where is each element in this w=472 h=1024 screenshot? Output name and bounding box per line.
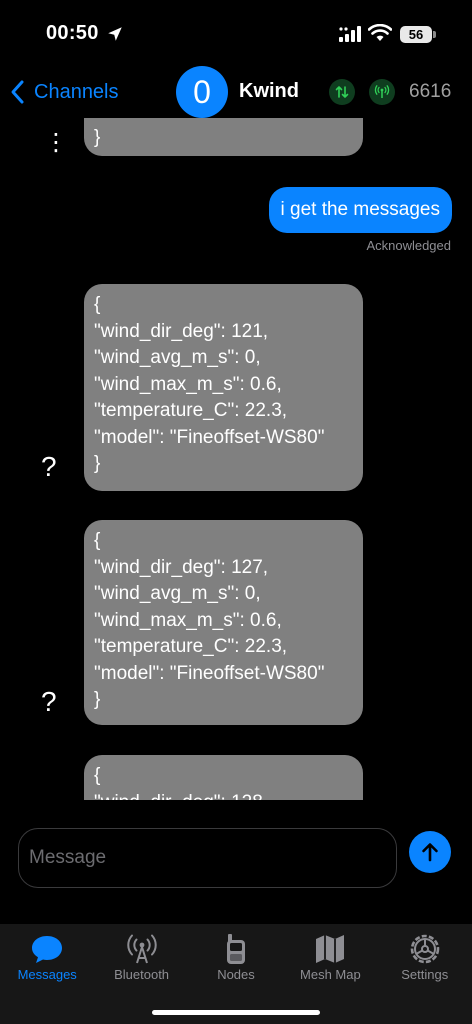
home-indicator[interactable] <box>152 1010 320 1015</box>
back-label: Channels <box>34 80 119 103</box>
back-button[interactable]: Channels <box>8 72 119 112</box>
message-bubble-sent[interactable]: i get the messages <box>268 187 452 233</box>
message-input[interactable] <box>18 828 397 888</box>
tab-bluetooth[interactable]: Bluetooth <box>94 924 188 1024</box>
node-count: 6616 <box>409 81 452 102</box>
tab-bar: Messages Bluetooth Nodes Mesh Map Settin… <box>0 924 472 1024</box>
nav-bar: Channels 0 Kwind 6616 <box>0 64 472 118</box>
sender-marker: ⋮ <box>44 129 68 156</box>
composer <box>0 800 472 924</box>
message-list[interactable]: ⋮ } i get the messages Acknowledged ? { … <box>0 118 472 800</box>
channel-avatar: 0 <box>176 66 228 118</box>
tab-label: Nodes <box>217 967 255 982</box>
transfer-status-indicator[interactable] <box>329 79 355 105</box>
channel-title: Kwind <box>239 80 299 102</box>
speech-bubble-icon <box>32 936 63 963</box>
message-bubble-received[interactable]: { "wind_dir_deg": 127, "wind_avg_m_s": 0… <box>84 520 363 725</box>
antenna-icon <box>126 934 157 964</box>
message-bubble-received[interactable]: } <box>84 118 363 156</box>
battery-tip <box>433 31 436 38</box>
sender-marker: ? <box>41 451 57 482</box>
wifi-icon <box>368 24 392 41</box>
tab-label: Mesh Map <box>300 967 361 982</box>
battery-indicator: 56 <box>400 26 432 43</box>
gear-icon <box>410 934 440 964</box>
antenna-icon <box>374 85 390 98</box>
sender-marker: ? <box>41 686 57 717</box>
location-arrow-icon <box>108 27 122 41</box>
status-time: 00:50 <box>46 22 99 44</box>
tab-nodes[interactable]: Nodes <box>189 924 283 1024</box>
message-bubble-received[interactable]: { "wind_dir_deg": 121, "wind_avg_m_s": 0… <box>84 284 363 491</box>
tab-settings[interactable]: Settings <box>378 924 472 1024</box>
arrow-up-icon <box>422 843 438 862</box>
tab-label: Bluetooth <box>114 967 170 982</box>
arrows-up-down-icon <box>335 86 349 98</box>
tab-label: Settings <box>401 967 449 982</box>
map-icon <box>316 935 345 963</box>
message-bubble-received[interactable]: { "wind_dir_deg": 128, <box>84 755 363 800</box>
status-bar: 00:50 56 <box>0 0 472 64</box>
cellular-signal-icon <box>339 26 361 42</box>
tab-messages[interactable]: Messages <box>0 924 94 1024</box>
radio-status-indicator[interactable] <box>369 79 395 105</box>
chevron-left-icon <box>11 80 24 104</box>
send-button[interactable] <box>409 831 451 873</box>
tab-mesh-map[interactable]: Mesh Map <box>283 924 377 1024</box>
delivery-status: Acknowledged <box>366 238 451 253</box>
tab-label: Messages <box>17 967 77 982</box>
flip-phone-icon <box>226 934 245 964</box>
